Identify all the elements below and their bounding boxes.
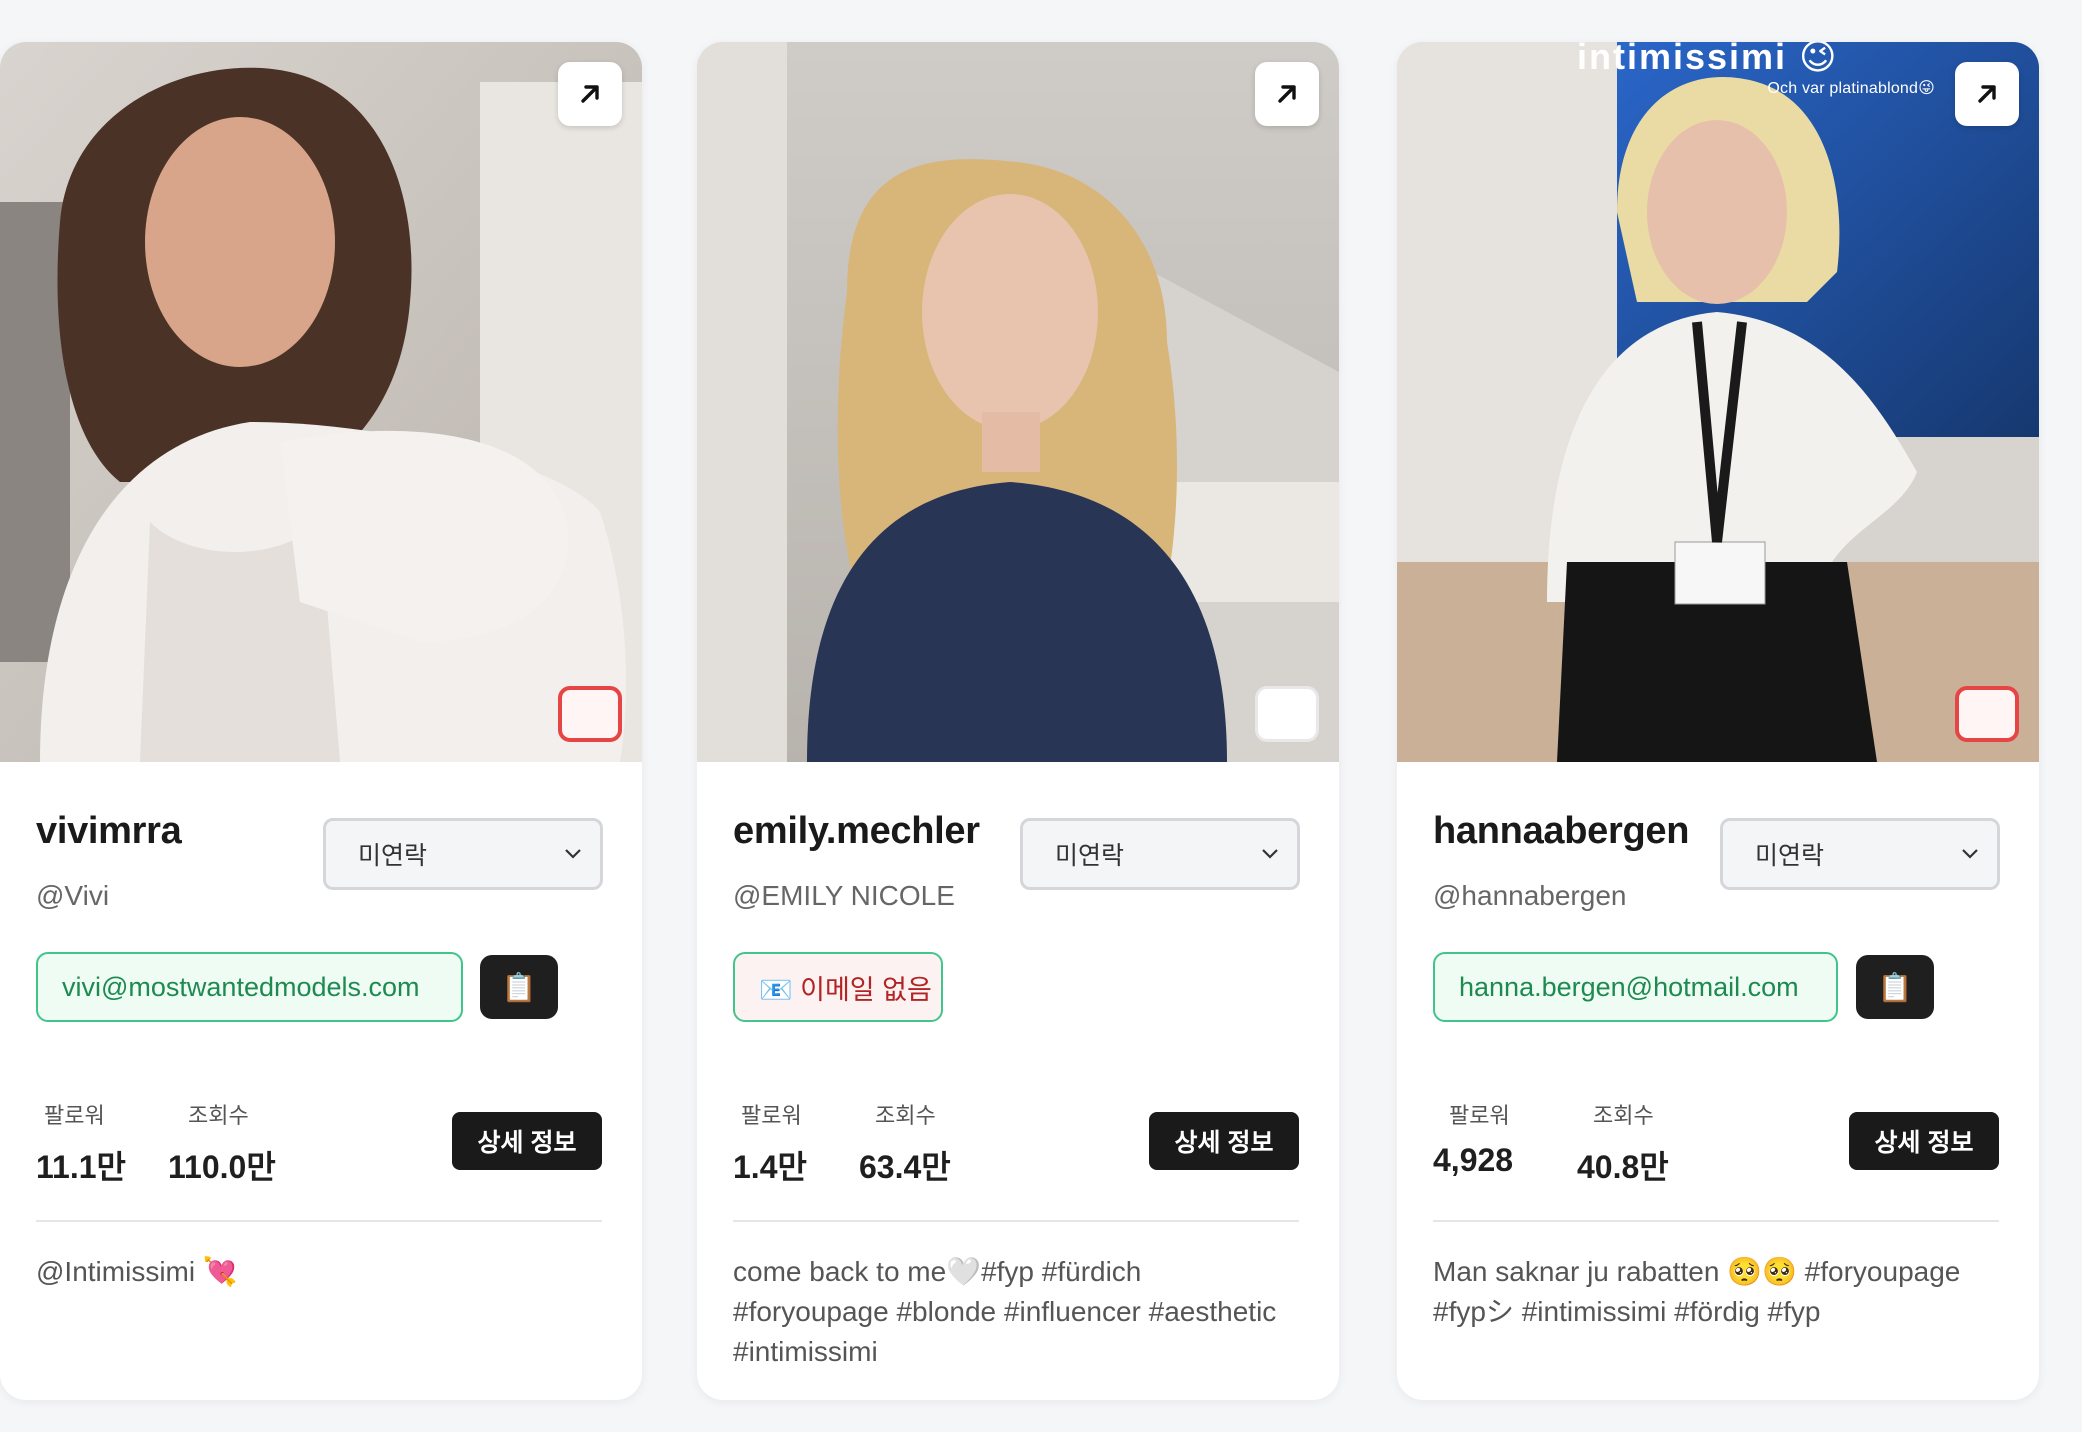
creator-handle: @hannabergen — [1433, 880, 1627, 911]
followers-value: 4,928 — [1433, 1142, 1514, 1178]
status-value: 미연락 — [358, 842, 428, 870]
views-value: 110.0만 — [168, 1149, 276, 1185]
creator-photo[interactable]: intimissimi 😉 Och var platinablond😜 — [1397, 42, 2039, 762]
creator-name: hannaabergen — [1433, 810, 1690, 852]
creator-bio: Man saknar ju rabatten 🥺🥺 #foryoupage #f… — [1433, 1256, 1961, 1327]
arrow-up-right-icon — [1278, 85, 1296, 103]
followers-label: 팔로워 — [741, 1103, 802, 1128]
creator-grid: vivimrra @Vivi 미연락 vivi@mostwantedmodels… — [0, 42, 2082, 1400]
clipboard-icon: 📋 — [501, 971, 537, 1003]
contact-status-select[interactable]: 미연락 — [1720, 818, 2000, 890]
divider — [1433, 1220, 1999, 1222]
arrow-up-right-icon — [581, 85, 599, 103]
arrow-up-right-icon — [1978, 85, 1996, 103]
chevron-down-icon — [1962, 849, 1978, 859]
creator-handle: @Vivi — [36, 880, 110, 911]
copy-email-button[interactable]: 📋 — [1856, 955, 1934, 1019]
open-profile-button[interactable] — [1955, 62, 2019, 126]
copy-email-button[interactable]: 📋 — [480, 955, 558, 1019]
photo-overlay-title: intimissimi 😉 — [1577, 42, 1839, 77]
divider — [36, 1220, 602, 1222]
email-chip[interactable]: vivi@mostwantedmodels.com — [36, 952, 463, 1022]
chevron-down-icon — [565, 849, 581, 859]
creator-card: intimissimi 😉 Och var platinablond😜 hann… — [1397, 42, 2039, 1400]
open-profile-button[interactable] — [558, 62, 622, 126]
views-label: 조회수 — [1593, 1103, 1654, 1128]
contact-status-select[interactable]: 미연락 — [323, 818, 603, 890]
photo-overlay-text: Och var platinablond😜 — [1767, 80, 1935, 97]
open-profile-button[interactable] — [1255, 62, 1319, 126]
creator-bio: @Intimissimi 💘 — [36, 1256, 238, 1287]
contact-status-select[interactable]: 미연락 — [1020, 818, 1300, 890]
views-value: 40.8만 — [1577, 1149, 1669, 1185]
detail-button[interactable]: 상세 정보 — [1149, 1112, 1299, 1170]
divider — [733, 1220, 1299, 1222]
creator-card: vivimrra @Vivi 미연락 vivi@mostwantedmodels… — [0, 42, 642, 1400]
clipboard-icon: 📋 — [1877, 971, 1913, 1003]
email-chip[interactable]: hanna.bergen@hotmail.com — [1433, 952, 1838, 1022]
creator-handle: @EMILY NICOLE — [733, 880, 955, 911]
chevron-down-icon — [1262, 849, 1278, 859]
status-value: 미연락 — [1055, 842, 1125, 870]
views-value: 63.4만 — [859, 1149, 951, 1185]
select-checkbox[interactable] — [1955, 686, 2019, 742]
status-value: 미연락 — [1755, 842, 1825, 870]
followers-value: 11.1만 — [36, 1149, 126, 1185]
followers-label: 팔로워 — [1449, 1103, 1510, 1128]
creator-bio: come back to me🤍#fyp #fürdich #foryoupag… — [733, 1256, 1277, 1367]
creator-name: vivimrra — [36, 810, 182, 852]
select-checkbox[interactable] — [558, 686, 622, 742]
followers-label: 팔로워 — [44, 1103, 105, 1128]
followers-value: 1.4만 — [733, 1149, 807, 1185]
views-label: 조회수 — [875, 1103, 936, 1128]
no-email-badge: 📧 이메일 없음 — [733, 952, 943, 1022]
views-label: 조회수 — [188, 1103, 249, 1128]
select-checkbox[interactable] — [1255, 686, 1319, 742]
detail-button[interactable]: 상세 정보 — [452, 1112, 602, 1170]
creator-card: emily.mechler @EMILY NICOLE 미연락 📧 이메일 없음… — [697, 42, 1339, 1400]
creator-photo[interactable] — [697, 42, 1339, 762]
detail-button[interactable]: 상세 정보 — [1849, 1112, 1999, 1170]
creator-name: emily.mechler — [733, 810, 980, 852]
creator-photo[interactable] — [0, 42, 642, 762]
